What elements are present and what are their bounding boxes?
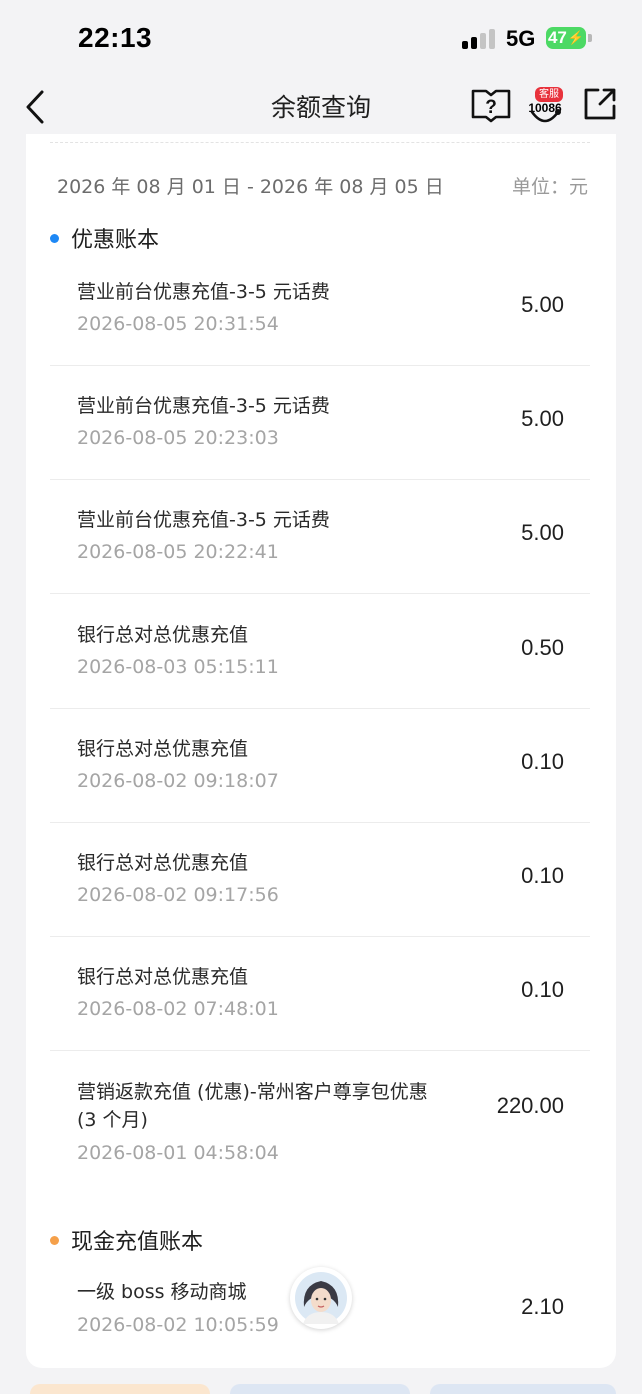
record-name: 银行总对总优惠充值 — [77, 624, 249, 646]
cash-section-title: 现金充值账本 — [50, 1224, 203, 1256]
battery-level: 47 — [547, 28, 567, 47]
orange-dot-icon — [50, 1235, 59, 1245]
record-amount: 5.00 — [521, 406, 564, 431]
network-label: 5G — [506, 26, 536, 51]
battery-tip — [588, 34, 592, 42]
list-item[interactable]: 营业前台优惠充值-3-5 元话费 2026-08-05 20:22:41 5.0… — [50, 480, 590, 594]
record-amount: 220.00 — [496, 1093, 564, 1118]
divider — [50, 142, 590, 143]
list-item[interactable]: 银行总对总优惠充值 2026-08-03 05:15:11 0.50 — [50, 594, 590, 709]
record-amount: 5.00 — [521, 520, 564, 545]
svg-text:?: ? — [485, 97, 497, 118]
record-amount: 5.00 — [521, 292, 564, 317]
record-time: 2026-08-05 20:31:54 — [77, 313, 279, 335]
record-name: 营业前台优惠充值-3-5 元话费 — [77, 395, 330, 417]
list-item[interactable]: 银行总对总优惠充值 2026-08-02 07:48:01 0.10 — [50, 937, 590, 1051]
customer-service-button[interactable]: 客服 10086 — [524, 82, 566, 128]
record-name: 营业前台优惠充值-3-5 元话费 — [77, 509, 330, 531]
record-name: 银行总对总优惠充值 — [77, 852, 249, 874]
record-time: 2026-08-01 04:58:04 — [77, 1142, 279, 1164]
record-name: 营销返款充值 (优惠)-常州客户尊享包优惠 (3 个月) — [77, 1081, 428, 1131]
record-time: 2026-08-05 20:22:41 — [77, 541, 279, 563]
signal-icon — [462, 29, 496, 49]
service-badge: 客服 — [535, 87, 563, 102]
list-item[interactable]: 营业前台优惠充值-3-5 元话费 2026-08-05 20:23:03 5.0… — [50, 366, 590, 480]
share-button[interactable] — [580, 84, 620, 124]
record-amount: 2.10 — [521, 1294, 564, 1319]
status-time: 22:13 — [78, 22, 153, 53]
record-amount: 0.50 — [521, 635, 564, 660]
record-time: 2026-08-02 10:05:59 — [77, 1314, 279, 1336]
record-time: 2026-08-05 20:23:03 — [77, 427, 279, 449]
record-name: 银行总对总优惠充值 — [77, 966, 249, 988]
status-bar: 22:13 5G 47 ⚡ — [0, 0, 642, 78]
nav-bar: 余额查询 ? 客服 10086 — [0, 78, 642, 134]
record-time: 2026-08-02 09:17:56 — [77, 884, 279, 906]
assistant-avatar-button[interactable] — [290, 1267, 352, 1329]
battery-icon: 47 ⚡ — [546, 27, 586, 49]
headset-icon — [530, 109, 561, 123]
discount-section-title: 优惠账本 — [50, 222, 159, 254]
help-button[interactable]: ? — [470, 86, 512, 124]
assistant-avatar-icon — [295, 1272, 347, 1324]
record-name: 银行总对总优惠充值 — [77, 738, 249, 760]
share-icon — [584, 88, 616, 120]
list-item[interactable]: 银行总对总优惠充值 2026-08-02 09:18:07 0.10 — [50, 709, 590, 823]
record-amount: 0.10 — [521, 749, 564, 774]
record-time: 2026-08-02 07:48:01 — [77, 998, 279, 1020]
bottom-tab-peek-3[interactable] — [430, 1384, 616, 1394]
cash-section-label: 现金充值账本 — [71, 1230, 204, 1255]
unit-label: 单位：元 — [511, 176, 588, 198]
date-range: 2026 年 08 月 01 日 - 2026 年 08 月 05 日 — [57, 176, 444, 198]
record-name: 营业前台优惠充值-3-5 元话费 — [77, 281, 330, 303]
record-time: 2026-08-02 09:18:07 — [77, 770, 279, 792]
record-name: 一级 boss 移动商城 — [77, 1281, 247, 1303]
question-book-icon: ? — [471, 89, 511, 123]
balance-detail-card: 2026 年 08 月 01 日 - 2026 年 08 月 05 日 单位：元… — [26, 134, 616, 1368]
list-item[interactable]: 营销返款充值 (优惠)-常州客户尊享包优惠 (3 个月) 2026-08-01 … — [50, 1051, 590, 1191]
list-item[interactable]: 银行总对总优惠充值 2026-08-02 09:17:56 0.10 — [50, 823, 590, 937]
discount-section-label: 优惠账本 — [71, 228, 160, 253]
record-time: 2026-08-03 05:15:11 — [77, 656, 279, 678]
record-amount: 0.10 — [521, 977, 564, 1002]
record-amount: 0.10 — [521, 863, 564, 888]
bottom-tab-peek-1[interactable] — [30, 1384, 210, 1394]
blue-dot-icon — [50, 233, 59, 243]
bottom-tab-peek-2[interactable] — [230, 1384, 410, 1394]
list-item[interactable]: 营业前台优惠充值-3-5 元话费 2026-08-05 20:31:54 5.0… — [50, 252, 590, 366]
